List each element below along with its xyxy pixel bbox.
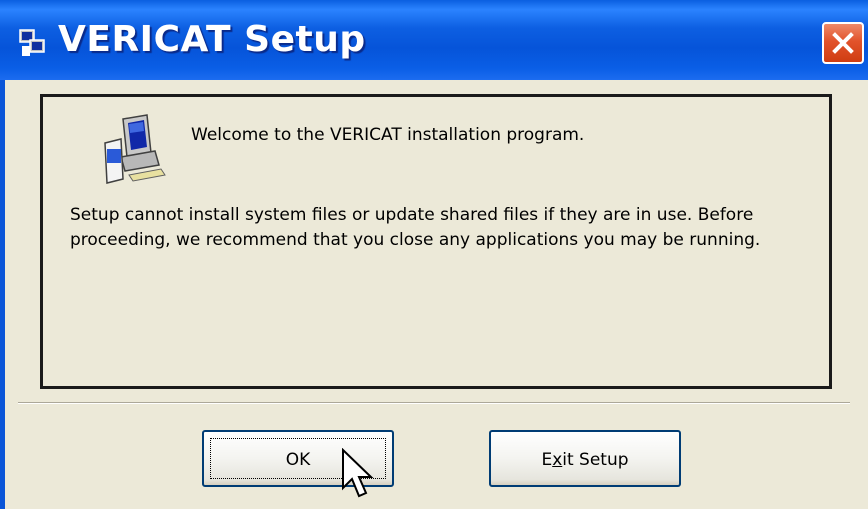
separator [18,402,850,404]
close-button[interactable] [822,22,864,64]
window-title: VERICAT Setup [58,19,366,60]
warning-text: Setup cannot install system files or upd… [70,205,761,250]
message-panel: Welcome to the VERICAT installation prog… [40,94,832,389]
welcome-text: Welcome to the VERICAT installation prog… [191,125,585,145]
close-icon [832,32,854,54]
accelerator-key: x [552,450,563,470]
computer-setup-icon [104,114,166,184]
window-frame-left [0,80,5,509]
title-bar[interactable]: VERICAT Setup [0,0,868,80]
exit-setup-button-label: Exit Setup [491,450,679,470]
exit-setup-label-text: Exit Setup [541,450,629,470]
mouse-pointer-icon [342,448,374,498]
exit-setup-button[interactable]: Exit Setup [489,430,681,487]
setup-installer-icon [19,29,45,56]
